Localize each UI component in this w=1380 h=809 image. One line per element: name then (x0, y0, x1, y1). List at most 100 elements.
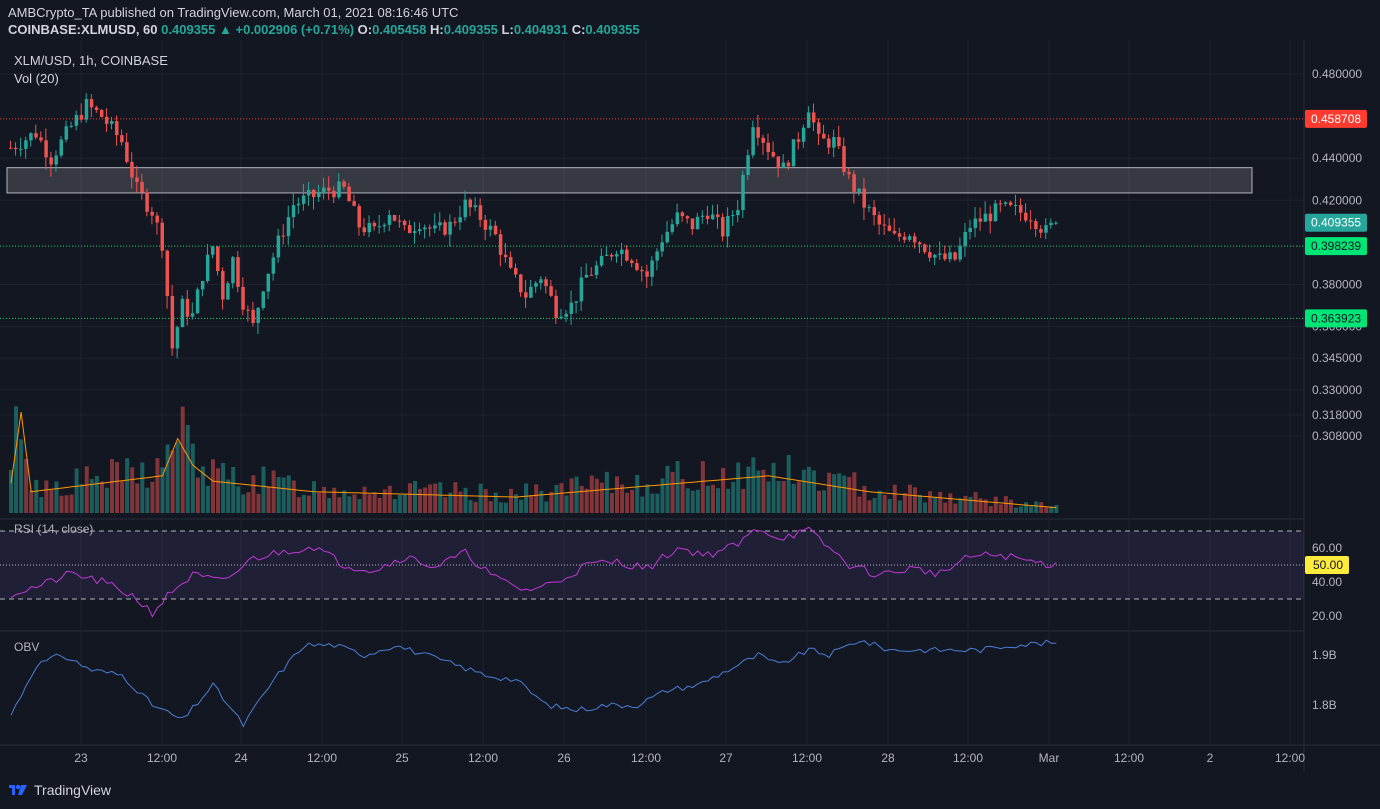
time-tick-label: 23 (74, 751, 88, 765)
volume-bar (428, 484, 433, 513)
time-tick-label: Mar (1039, 751, 1060, 765)
volume-bar (498, 502, 503, 513)
candle-body (104, 116, 109, 124)
time-tick-label: 27 (719, 751, 733, 765)
volume-bar (630, 490, 635, 513)
volume-bar (397, 494, 402, 513)
candle-body (352, 201, 356, 206)
volume-bar (786, 455, 791, 513)
candle-body (44, 140, 48, 158)
candle-body (216, 246, 220, 272)
volume-bar (710, 484, 715, 513)
candle-body (993, 203, 998, 222)
volume-bar (731, 482, 736, 513)
volume-bar (286, 475, 291, 513)
low-value: 0.404931 (513, 22, 569, 37)
volume-bar (918, 494, 922, 513)
volume-bar (1034, 501, 1039, 513)
volume-bar (145, 487, 150, 513)
candle-body (438, 222, 442, 226)
price-tick-label: 0.345000 (1312, 351, 1362, 365)
volume-bar (721, 467, 726, 513)
candle-body (569, 302, 574, 314)
symbol[interactable]: COINBASE:XLMUSD, 60 (8, 22, 158, 37)
rsi-value-label: 50.00 (1313, 558, 1343, 572)
volume-bar (438, 482, 443, 513)
candle-body (150, 211, 154, 216)
candle-body (140, 181, 144, 193)
candle-body (488, 225, 493, 230)
volume-bar (94, 475, 99, 513)
candle-body (110, 121, 114, 124)
candle-body (534, 283, 538, 287)
candle-body (312, 189, 316, 198)
volume-bar (377, 498, 382, 513)
time-tick-label: 12:00 (147, 751, 177, 765)
volume-bar (837, 473, 842, 513)
candle-body (145, 192, 149, 212)
candle-body (367, 222, 372, 233)
candle-body (801, 127, 806, 142)
candle-body (342, 181, 346, 187)
candle-body (943, 253, 947, 260)
time-tick-label: 25 (395, 751, 409, 765)
candle-body (842, 146, 846, 173)
low-label: L: (501, 22, 514, 37)
candle-body (205, 254, 210, 282)
candle-body (736, 210, 740, 216)
candle-body (630, 260, 634, 264)
volume-bar (29, 490, 34, 513)
candle-body (458, 217, 462, 223)
volume-bar (216, 468, 221, 513)
volume-bar (1044, 507, 1049, 513)
candle-body (180, 298, 185, 328)
grid-lines (0, 40, 1380, 772)
volume-bar (726, 488, 731, 513)
close-label: C: (571, 22, 586, 37)
candle-body (165, 250, 170, 297)
close-value: 0.409355 (585, 22, 640, 37)
candle-body (1044, 225, 1048, 233)
volume-bar (1013, 507, 1018, 513)
volume-bar (948, 493, 953, 513)
time-tick-label: 12:00 (468, 751, 498, 765)
footer: TradingView (0, 772, 1380, 809)
volume-bar (261, 466, 266, 513)
candle-body (554, 295, 558, 319)
volume-bar (413, 480, 417, 513)
candle-body (195, 289, 200, 314)
candle-body (680, 212, 685, 217)
tradingview-logo[interactable]: TradingView (8, 782, 111, 798)
volume-bar (362, 486, 367, 513)
candle-body (428, 227, 432, 229)
volume-bar (190, 443, 195, 513)
candle-body (978, 218, 983, 222)
volume-bar (221, 462, 226, 513)
candle-body (620, 249, 624, 255)
volume-bar (549, 491, 554, 513)
high-label: H: (429, 22, 444, 37)
volume-bar (635, 474, 640, 513)
volume-bar (402, 494, 407, 513)
candle-body (766, 142, 770, 153)
volume-bar (675, 460, 680, 513)
volume-bar (615, 476, 619, 513)
candle-body (296, 203, 301, 206)
candle-body (746, 155, 750, 175)
candle-body (1024, 212, 1028, 221)
volume-bar (236, 486, 241, 513)
volume-bar (291, 480, 296, 513)
candle-body (867, 207, 871, 209)
volume-bar (84, 466, 89, 513)
volume-bar (564, 495, 569, 513)
candle-body (811, 112, 816, 123)
open-label: O: (357, 22, 373, 37)
candle-body (241, 286, 245, 310)
volume-bar (493, 492, 498, 513)
candle-body (468, 199, 473, 208)
volume-bar (418, 488, 423, 513)
chart-canvas[interactable]: 0.4800000.4400000.4200000.3800000.360000… (0, 40, 1380, 772)
candle-body (463, 199, 467, 218)
candle-body (332, 190, 336, 198)
volume-bar (251, 475, 256, 513)
